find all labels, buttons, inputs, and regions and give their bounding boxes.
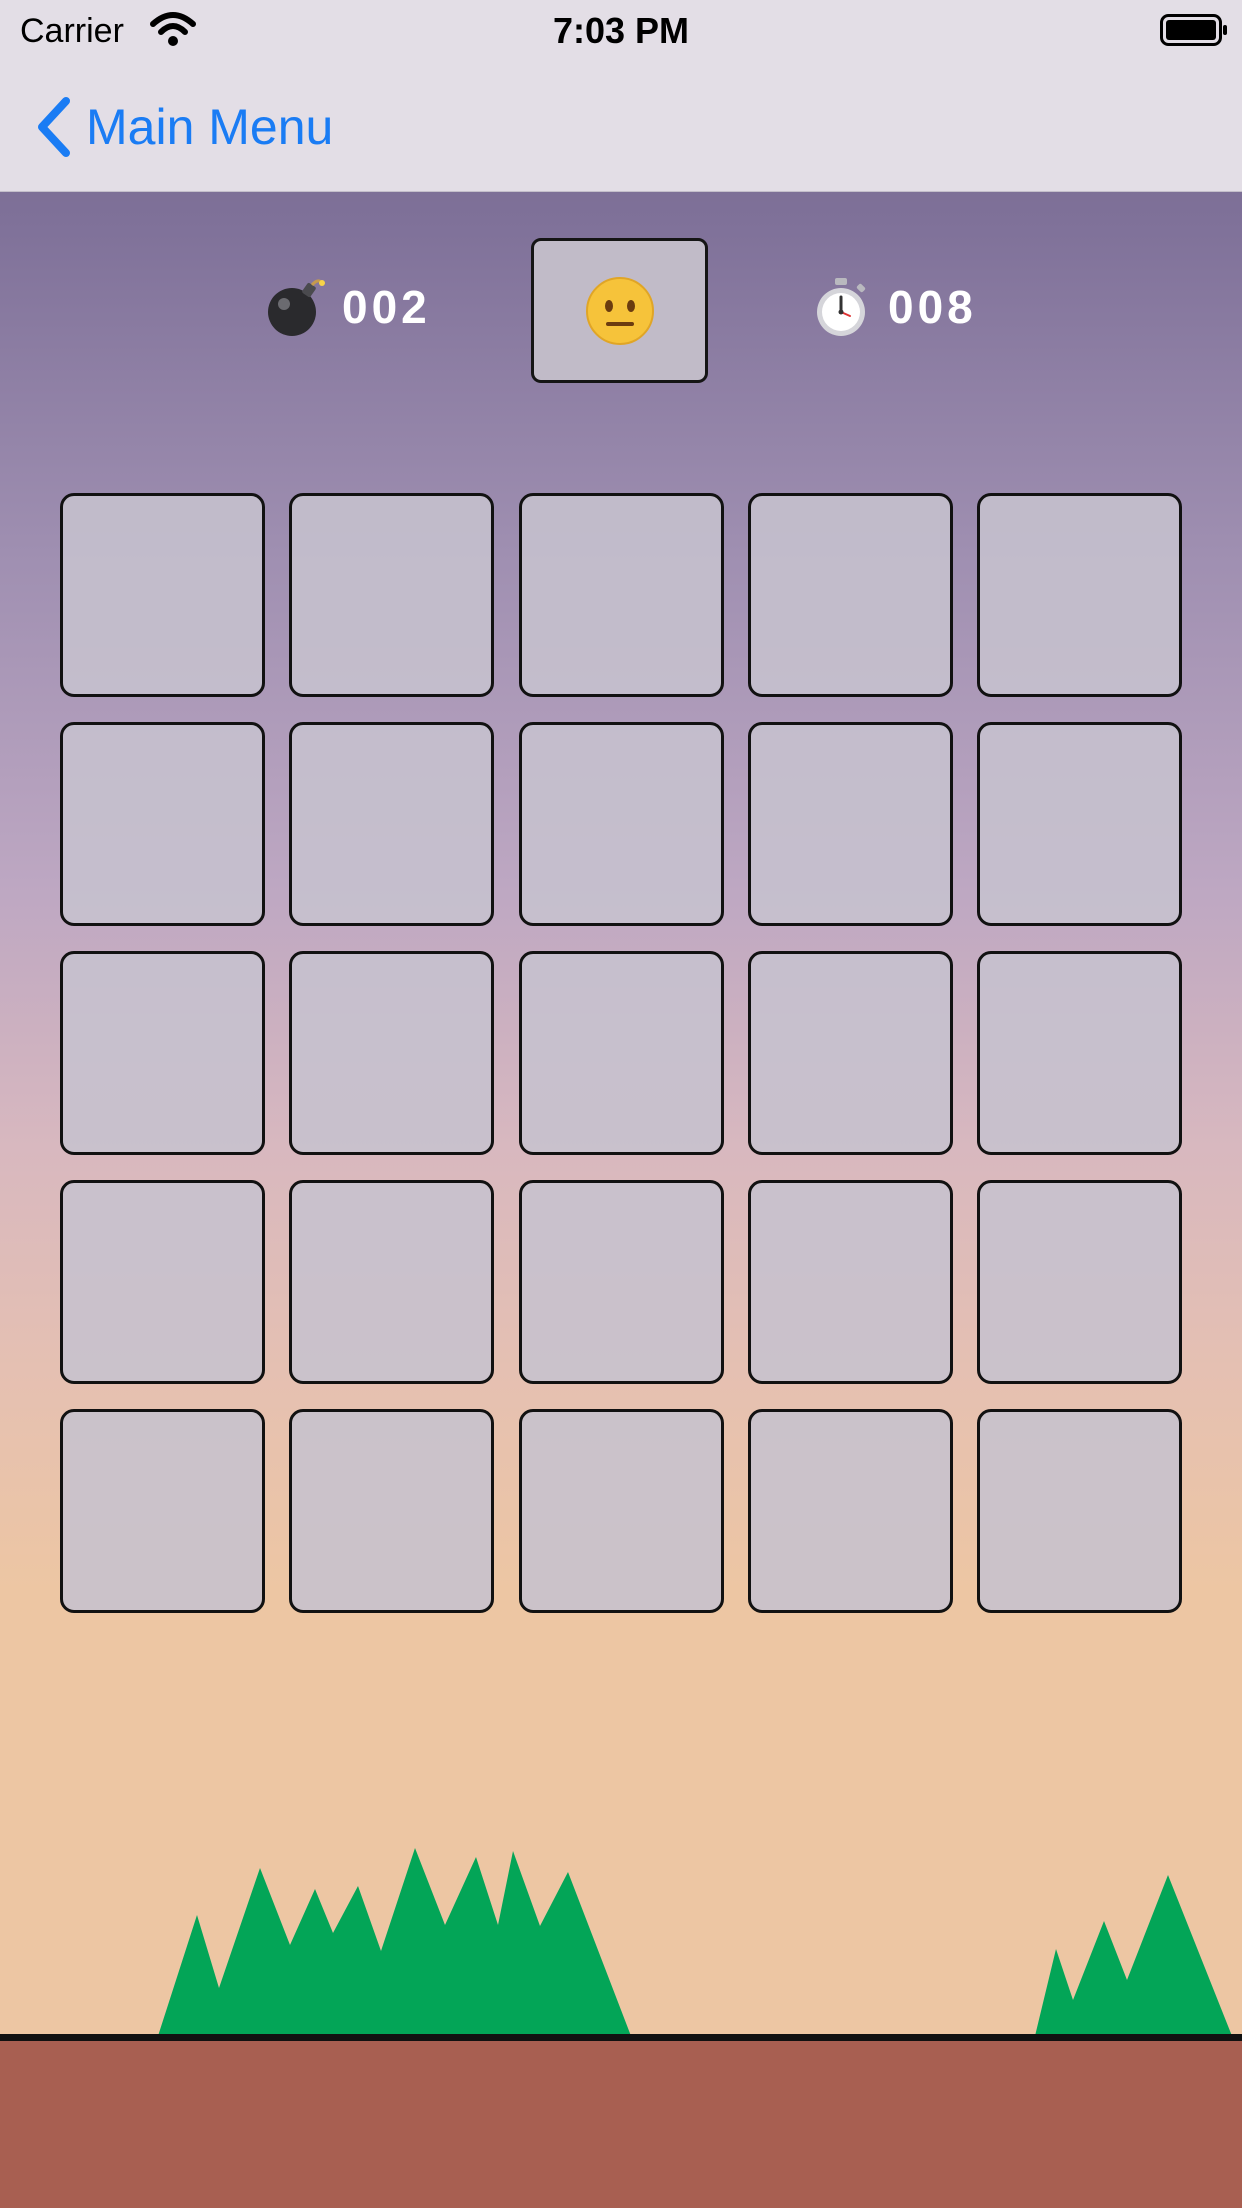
grid-cell[interactable] bbox=[60, 722, 265, 926]
reset-face-button[interactable] bbox=[531, 238, 708, 383]
grid-cell[interactable] bbox=[60, 493, 265, 697]
grid-cell[interactable] bbox=[747, 1409, 953, 1613]
grid-cell[interactable] bbox=[289, 1180, 495, 1384]
grid-cell[interactable] bbox=[289, 493, 495, 697]
back-button-label: Main Menu bbox=[86, 99, 334, 155]
grid-cell[interactable] bbox=[518, 493, 724, 697]
grid-cell[interactable] bbox=[60, 1180, 265, 1384]
pine-trees-right bbox=[1035, 1875, 1232, 2036]
status-time: 7:03 PM bbox=[552, 10, 690, 51]
grid-cell[interactable] bbox=[747, 951, 953, 1155]
grid-cell[interactable] bbox=[977, 1180, 1182, 1384]
minefield-grid bbox=[60, 493, 1182, 1613]
back-chevron-icon bbox=[38, 97, 70, 157]
neutral-face-icon bbox=[585, 276, 654, 345]
grid-cell[interactable] bbox=[60, 951, 265, 1155]
grid-cell[interactable] bbox=[977, 722, 1182, 926]
mine-counter: 002 bbox=[264, 276, 431, 338]
mine-count: 002 bbox=[342, 281, 431, 333]
grid-cell[interactable] bbox=[60, 1409, 265, 1613]
grid-cell[interactable] bbox=[747, 722, 953, 926]
ground bbox=[0, 2041, 1242, 2208]
grid-cell[interactable] bbox=[518, 951, 724, 1155]
grid-cell[interactable] bbox=[289, 722, 495, 926]
navigation-bar: Main Menu bbox=[0, 62, 1242, 192]
grid-cell[interactable] bbox=[977, 1409, 1182, 1613]
grid-cell[interactable] bbox=[518, 1180, 724, 1384]
elapsed-time: 008 bbox=[888, 281, 977, 333]
grid-cell[interactable] bbox=[289, 951, 495, 1155]
battery-icon bbox=[1160, 14, 1227, 46]
ground-line bbox=[0, 2034, 1242, 2041]
back-button[interactable]: Main Menu bbox=[34, 92, 333, 162]
game-hud: 002 008 bbox=[0, 238, 1242, 386]
grid-cell[interactable] bbox=[518, 1409, 724, 1613]
bomb-icon bbox=[268, 279, 325, 336]
grid-cell[interactable] bbox=[977, 951, 1182, 1155]
ground-scenery bbox=[0, 1848, 1242, 2208]
grid-cell[interactable] bbox=[977, 493, 1182, 697]
grid-cell[interactable] bbox=[747, 1180, 953, 1384]
stopwatch-icon bbox=[817, 278, 866, 336]
grid-cell[interactable] bbox=[289, 1409, 495, 1613]
grid-cell[interactable] bbox=[518, 722, 724, 926]
status-bar: Carrier 7:03 PM bbox=[0, 0, 1242, 62]
grid-cell[interactable] bbox=[747, 493, 953, 697]
timer-counter: 008 bbox=[810, 276, 977, 338]
pine-trees-left bbox=[158, 1848, 631, 2036]
